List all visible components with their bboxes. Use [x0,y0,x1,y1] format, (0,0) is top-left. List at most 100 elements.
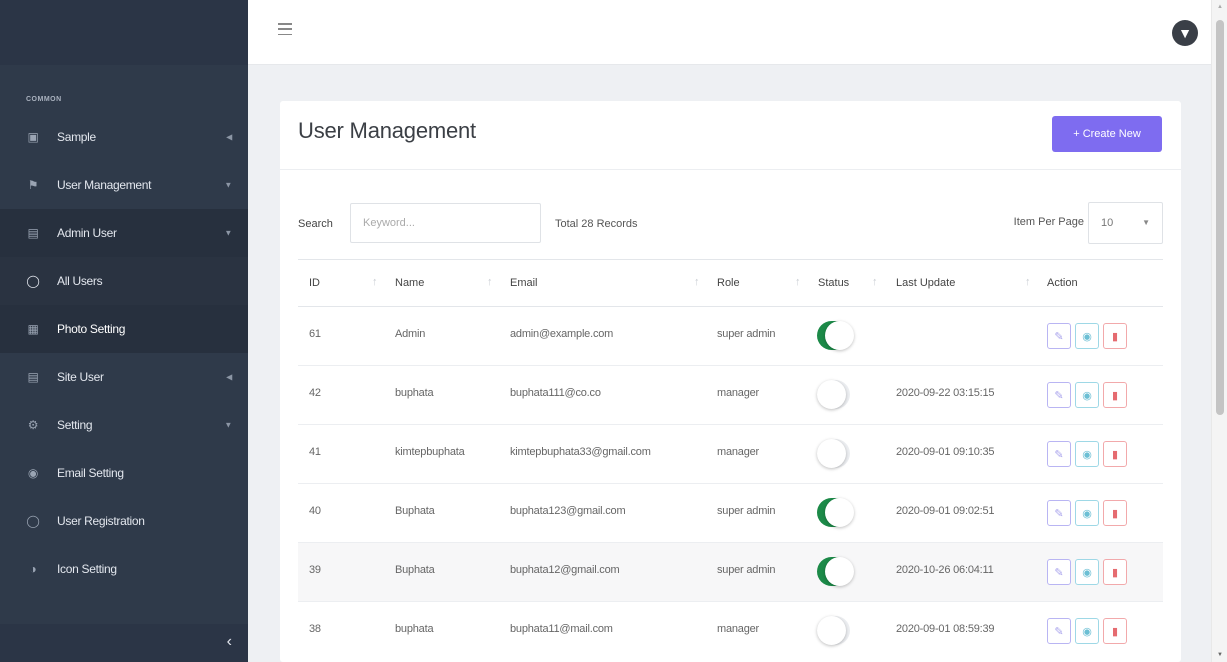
status-toggle[interactable] [817,439,850,468]
cell-email: buphata123@gmail.com [510,505,626,517]
lock-icon: ◉ [1082,330,1092,343]
sidebar-item-user-management[interactable]: ⚑ User Management ▼ [0,161,248,209]
box-icon: ▣ [27,130,39,144]
total-records: Total 28 Records [555,218,638,230]
toggle-knob [817,439,846,468]
file-icon: ▤ [27,226,39,240]
view-button[interactable]: ◉ [1075,618,1099,644]
edit-button[interactable]: ✎ [1047,441,1071,467]
sidebar-item-label: Icon Setting [57,562,117,576]
trash-icon: ▮ [1111,330,1119,343]
contrast-icon: ◑ [29,562,37,576]
view-button[interactable]: ◉ [1075,382,1099,408]
delete-button[interactable]: ▮ [1103,618,1127,644]
delete-button[interactable]: ▮ [1103,441,1127,467]
sort-icon[interactable]: ↑ [372,276,378,288]
pencil-icon: ✎ [1054,448,1064,461]
sidebar-item-label: Setting [57,418,93,432]
sidebar-item-setting[interactable]: ⚙ Setting ▼ [0,401,248,449]
hamburger-menu-icon[interactable] [278,23,292,35]
column-header-name[interactable]: Name [395,277,424,289]
sidebar-item-site-user[interactable]: ▤ Site User ◀ [0,353,248,401]
column-header-email[interactable]: Email [510,277,538,289]
edit-button[interactable]: ✎ [1047,382,1071,408]
page-title: User Management [298,118,476,143]
chevron-left-icon: ◀ [226,132,232,142]
delete-button[interactable]: ▮ [1103,559,1127,585]
item-per-page-value: 10 [1101,217,1114,229]
sidebar-item-label: Photo Setting [57,322,126,336]
cell-id: 61 [309,328,321,340]
sort-icon[interactable]: ↑ [487,276,493,288]
create-new-button[interactable]: + Create New [1052,116,1162,152]
sidebar-item-label: All Users [57,274,103,288]
photo-icon: ▦ [27,322,39,336]
sidebar-item-label: User Management [57,178,152,192]
column-header-status[interactable]: Status [818,277,849,289]
status-toggle[interactable] [817,321,854,350]
search-input[interactable] [350,203,541,243]
edit-button[interactable]: ✎ [1047,323,1071,349]
status-toggle[interactable] [817,616,850,645]
pencil-icon: ✎ [1054,389,1064,402]
edit-button[interactable]: ✎ [1047,559,1071,585]
table-row: 39 Buphata buphata12@gmail.com super adm… [298,543,1163,602]
sort-icon[interactable]: ↑ [694,276,700,288]
delete-button[interactable]: ▮ [1103,382,1127,408]
scroll-up-icon[interactable]: ▲ [1217,4,1223,10]
sidebar-brand [0,0,248,65]
file-icon: ▤ [27,370,39,384]
gear-icon: ⚙ [27,418,39,432]
pencil-icon: ✎ [1054,330,1064,343]
scrollbar-thumb[interactable] [1216,20,1224,415]
status-toggle[interactable] [817,380,850,409]
sidebar-item-all-users[interactable]: ◯ All Users [0,257,248,305]
toggle-knob [817,616,846,645]
cell-name: buphata [395,623,434,635]
cell-email: admin@example.com [510,328,614,340]
view-button[interactable]: ◉ [1075,441,1099,467]
lock-icon: ◉ [1082,625,1092,638]
cell-role: manager [717,387,760,399]
sort-icon[interactable]: ↑ [1025,276,1031,288]
cell-id: 40 [309,505,321,517]
sort-icon[interactable]: ↑ [795,276,801,288]
sidebar-item-photo-setting[interactable]: ▦ Photo Setting [0,305,248,353]
table-row: 41 kimtepbuphata kimtepbuphata33@gmail.c… [298,425,1163,484]
sort-icon[interactable]: ↑ [872,276,878,288]
scroll-down-icon[interactable]: ▼ [1217,652,1223,658]
sidebar-item-label: Admin User [57,226,117,240]
cell-role: super admin [717,505,776,517]
item-per-page-select[interactable]: 10 ▼ [1088,202,1163,244]
sidebar-item-admin-user[interactable]: ▤ Admin User ▼ [0,209,248,257]
toggle-knob [825,321,854,350]
delete-button[interactable]: ▮ [1103,323,1127,349]
cell-id: 39 [309,564,321,576]
status-toggle[interactable] [817,557,854,586]
view-button[interactable]: ◉ [1075,500,1099,526]
user-management-card: User Management + Create New Search Tota… [280,101,1181,662]
cell-name: Buphata [395,564,435,576]
sidebar-item-sample[interactable]: ▣ Sample ◀ [0,113,248,161]
column-header-last-update[interactable]: Last Update [896,277,955,289]
cell-name: kimtepbuphata [395,446,465,458]
delete-button[interactable]: ▮ [1103,500,1127,526]
sidebar-item-user-registration[interactable]: ◯ User Registration [0,497,248,545]
page-scrollbar[interactable]: ▲ ▼ [1211,0,1227,662]
lock-icon: ◉ [1082,448,1092,461]
edit-button[interactable]: ✎ [1047,500,1071,526]
cell-role: manager [717,446,760,458]
view-button[interactable]: ◉ [1075,559,1099,585]
search-label: Search [298,218,333,230]
sidebar-item-email-setting[interactable]: ◉ Email Setting [0,449,248,497]
sidebar-collapse-icon[interactable]: ‹ [227,633,232,651]
chevron-down-icon: ▼ [224,228,232,238]
column-header-role[interactable]: Role [717,277,740,289]
sidebar-item-icon-setting[interactable]: ◑ Icon Setting [0,545,248,593]
avatar[interactable]: ▼ [1172,20,1198,46]
edit-button[interactable]: ✎ [1047,618,1071,644]
status-toggle[interactable] [817,498,854,527]
view-button[interactable]: ◉ [1075,323,1099,349]
cell-email: kimtepbuphata33@gmail.com [510,446,651,458]
column-header-id[interactable]: ID [309,277,320,289]
